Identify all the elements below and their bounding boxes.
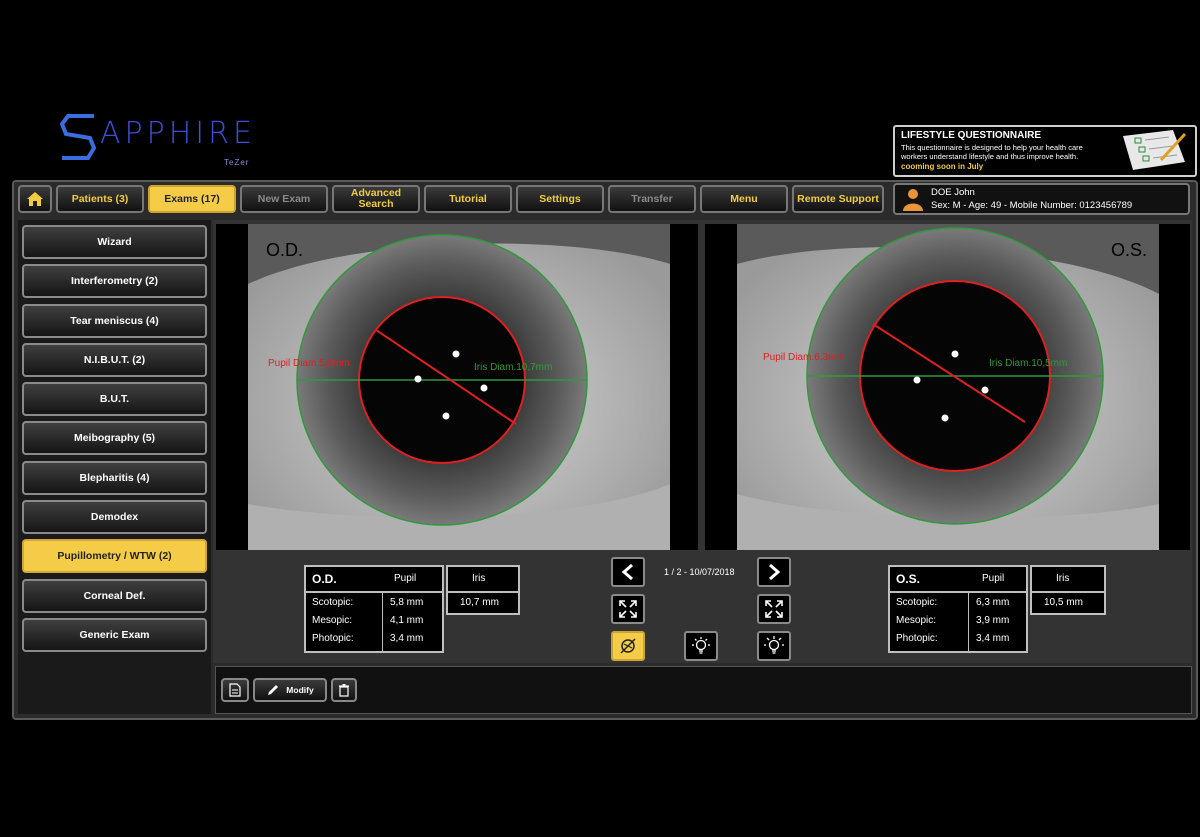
- illumination-dim-button[interactable]: [684, 631, 718, 661]
- chevron-right-icon: [769, 563, 781, 581]
- previous-image-button[interactable]: [611, 557, 645, 587]
- od-eye-image: [216, 224, 698, 550]
- od-mesopic-value: 4,1 mm: [390, 615, 424, 626]
- illumination-bright-button[interactable]: [757, 631, 791, 661]
- od-scotopic-label: Scotopic:: [312, 597, 354, 608]
- od-photopic-label: Photopic:: [312, 633, 354, 644]
- os-mesopic-value: 3,9 mm: [976, 615, 1010, 626]
- os-photopic-label: Photopic:: [896, 633, 938, 644]
- measure-off-icon: [620, 638, 636, 654]
- expand-od-button[interactable]: [611, 594, 645, 624]
- os-table-pupil-header: Pupil: [982, 573, 1005, 584]
- os-iris-diameter-label: Iris Diam.10,5mm: [989, 358, 1068, 369]
- sidebar-item-meibography[interactable]: Meibography (5): [22, 421, 207, 455]
- patient-info: DOE John Sex: M - Age: 49 - Mobile Numbe…: [893, 183, 1190, 215]
- pager-status: 1 / 2 - 10/07/2018: [664, 567, 735, 577]
- sidebar-item-pupillometry[interactable]: Pupillometry / WTW (2): [22, 539, 207, 573]
- od-table-title: O.D.: [312, 572, 337, 586]
- os-mesopic-label: Mesopic:: [896, 615, 937, 626]
- patient-details: Sex: M - Age: 49 - Mobile Number: 012345…: [931, 200, 1133, 211]
- questionnaire-coming-soon: cooming soon in July: [901, 162, 984, 171]
- od-eye-label: O.D.: [266, 240, 304, 260]
- lifestyle-questionnaire-banner[interactable]: LIFESTYLE QUESTIONNAIRE This questionnai…: [893, 125, 1197, 177]
- sidebar-item-generic-exam[interactable]: Generic Exam: [22, 618, 207, 652]
- sidebar-item-demodex[interactable]: Demodex: [22, 500, 207, 534]
- expand-icon: [765, 600, 783, 618]
- os-iris-value: 10,5 mm: [1044, 597, 1083, 608]
- home-button[interactable]: [18, 185, 52, 213]
- od-iris-diameter-label: Iris Diam.10,7mm: [474, 362, 553, 373]
- nav-settings[interactable]: Settings: [516, 185, 604, 213]
- checklist-icon: [1123, 130, 1187, 170]
- bottom-toolbar: [215, 666, 1192, 714]
- home-icon: [27, 192, 43, 206]
- os-iris-table: Iris 10,5 mm: [1030, 565, 1106, 615]
- os-eye-image: [705, 224, 1190, 550]
- sidebar-item-tear-meniscus[interactable]: Tear meniscus (4): [22, 304, 207, 338]
- questionnaire-description: This questionnaire is designed to help y…: [901, 143, 1083, 161]
- sidebar-item-nibut[interactable]: N.I.B.U.T. (2): [22, 343, 207, 377]
- trash-icon: [339, 684, 349, 697]
- od-iris-table: Iris 10,7 mm: [446, 565, 520, 615]
- nav-advanced-search[interactable]: Advanced Search: [332, 185, 420, 213]
- logo-s-mark: [60, 114, 97, 160]
- delete-button[interactable]: [331, 678, 357, 702]
- nav-transfer[interactable]: Transfer: [608, 185, 696, 213]
- sidebar-item-blepharitis[interactable]: Blepharitis (4): [22, 461, 207, 495]
- pencil-icon: [268, 685, 279, 695]
- patient-name: DOE John: [931, 187, 975, 198]
- nav-exams[interactable]: Exams (17): [148, 185, 236, 213]
- os-measurement-table: O.S. Pupil Scotopic: 6,3 mm Mesopic: 3,9…: [888, 565, 1028, 653]
- od-image-panel[interactable]: O.D. Pupil Diam.5,8mm Iris Diam.10,7mm: [216, 224, 698, 550]
- os-image-panel[interactable]: O.S. Pupil Diam.6,3mm Iris Diam.10,5mm: [705, 224, 1190, 550]
- sidebar-item-corneal-def[interactable]: Corneal Def.: [22, 579, 207, 613]
- expand-os-button[interactable]: [757, 594, 791, 624]
- document-icon: [229, 683, 241, 697]
- modify-button[interactable]: Modify: [253, 678, 327, 702]
- sidebar-item-but[interactable]: B.U.T.: [22, 382, 207, 416]
- od-table-pupil-header: Pupil: [394, 573, 417, 584]
- sidebar-item-wizard[interactable]: Wizard: [22, 225, 207, 259]
- od-photopic-value: 3,4 mm: [390, 633, 424, 644]
- os-table-title: O.S.: [896, 572, 921, 586]
- next-image-button[interactable]: [757, 557, 791, 587]
- questionnaire-title: LIFESTYLE QUESTIONNAIRE: [901, 130, 1042, 141]
- nav-tutorial[interactable]: Tutorial: [424, 185, 512, 213]
- od-measurement-table: O.D. Pupil Scotopic: 5,8 mm Mesopic: 4,1…: [304, 565, 444, 653]
- od-iris-header: Iris: [472, 573, 486, 584]
- od-pupil-diameter-label: Pupil Diam.5,8mm: [268, 358, 350, 369]
- lightbulb-icon: [692, 637, 710, 654]
- logo-subtext: TeZer: [224, 158, 250, 167]
- os-scotopic-label: Scotopic:: [896, 597, 938, 608]
- os-scotopic-value: 6,3 mm: [976, 597, 1010, 608]
- od-mesopic-label: Mesopic:: [312, 615, 353, 626]
- od-scotopic-value: 5,8 mm: [390, 597, 424, 608]
- patient-avatar-icon: [903, 189, 923, 211]
- chevron-left-icon: [621, 563, 633, 581]
- od-iris-value: 10,7 mm: [460, 597, 499, 608]
- modify-button-label: Modify: [286, 685, 314, 695]
- lightbulb-icon: [764, 636, 784, 654]
- sidebar-item-interferometry[interactable]: Interferometry (2): [22, 264, 207, 298]
- measurement-overlay-toggle[interactable]: [611, 631, 645, 661]
- expand-icon: [619, 600, 637, 618]
- nav-new-exam[interactable]: New Exam: [240, 185, 328, 213]
- os-iris-header: Iris: [1056, 573, 1070, 584]
- sapphire-logo: APPHIRE TeZer: [60, 112, 300, 172]
- os-eye-label: O.S.: [1111, 240, 1148, 260]
- nav-menu[interactable]: Menu: [700, 185, 788, 213]
- os-photopic-value: 3,4 mm: [976, 633, 1010, 644]
- nav-patients[interactable]: Patients (3): [56, 185, 144, 213]
- os-pupil-diameter-label: Pupil Diam.6,3mm: [763, 352, 845, 363]
- logo-wordmark: APPHIRE: [100, 116, 256, 151]
- export-pdf-button[interactable]: [221, 678, 249, 702]
- nav-remote-support[interactable]: Remote Support: [792, 185, 884, 213]
